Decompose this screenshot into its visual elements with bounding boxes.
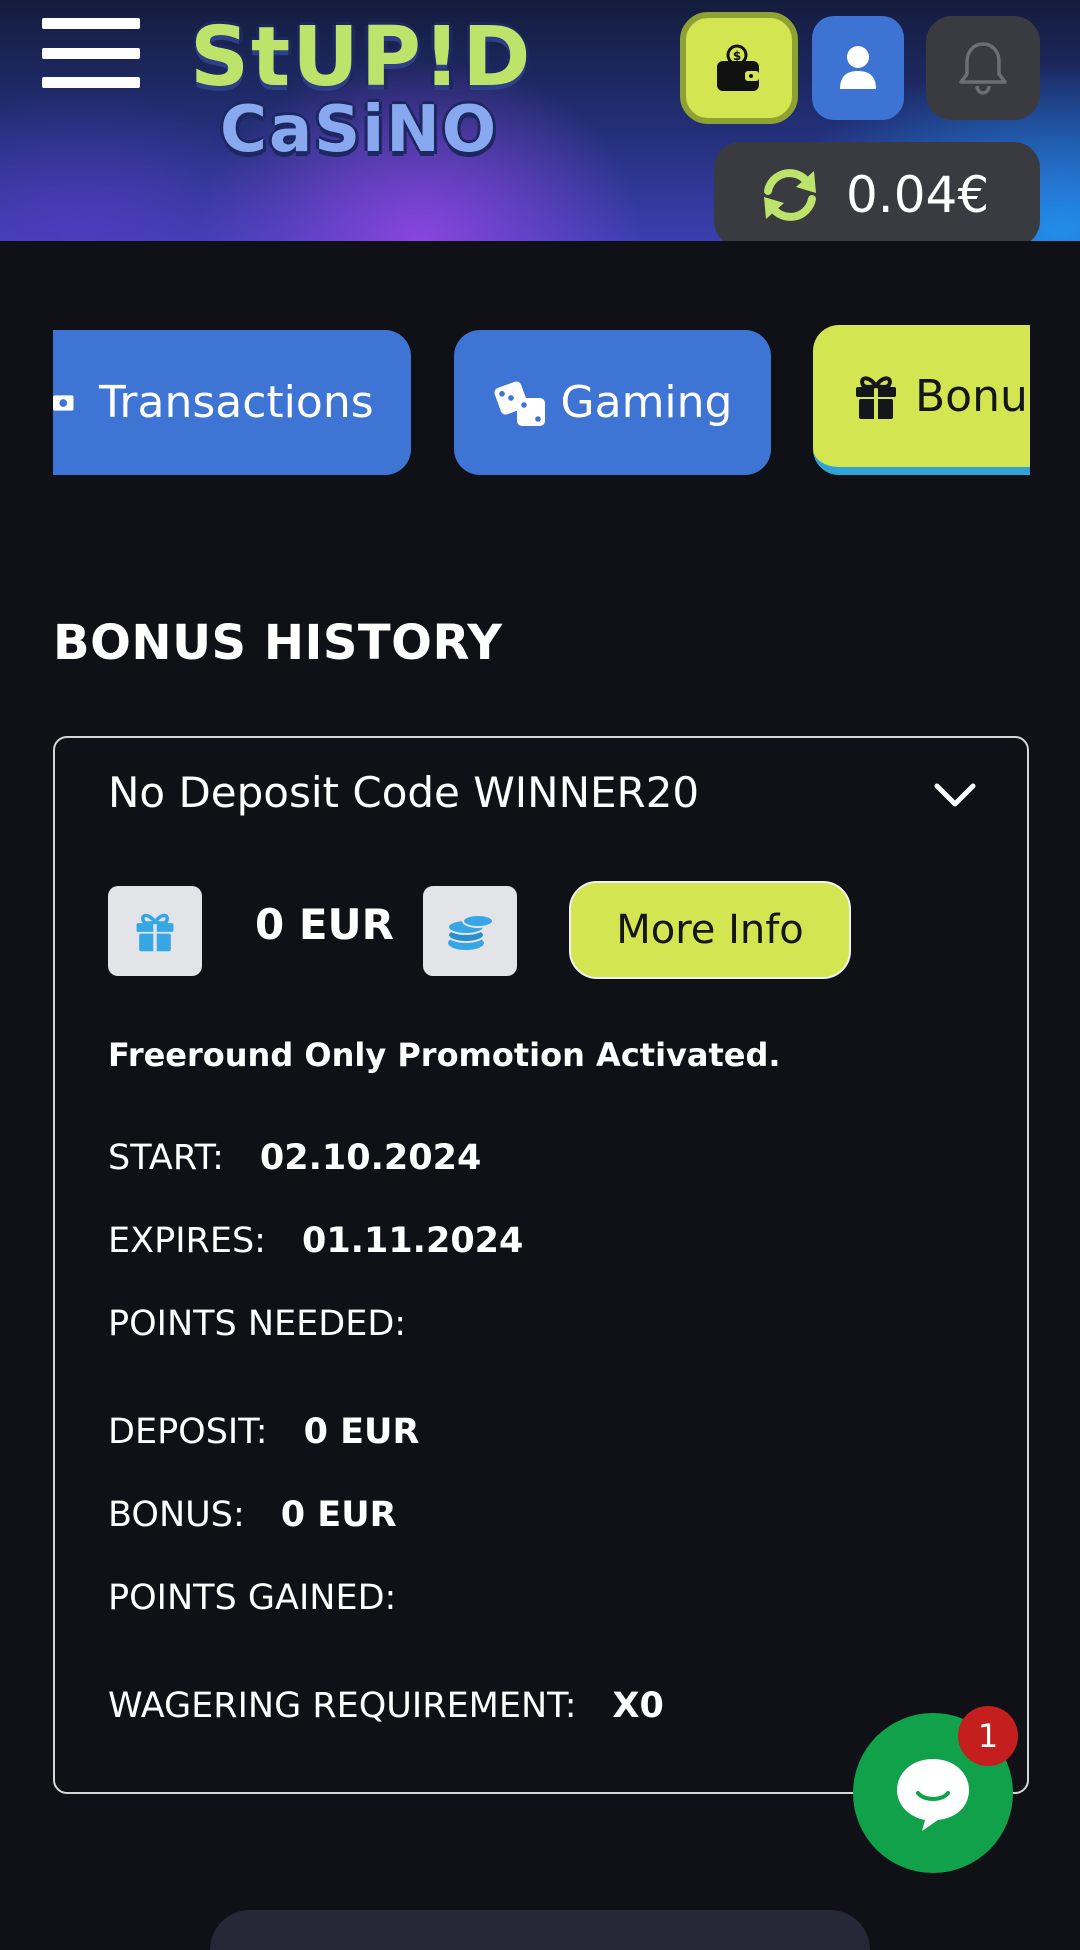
site-logo[interactable]: StUP!D CaSiNO [182, 12, 530, 170]
bonus-card-title[interactable]: No Deposit Code WINNER20 [108, 768, 699, 817]
refresh-icon[interactable] [756, 161, 824, 229]
account-tabs: Transactions Gaming Bonus [53, 320, 1030, 490]
gift-icon [136, 913, 174, 952]
more-info-button[interactable]: More Info [569, 881, 851, 979]
points-gained-row: POINTS GAINED: [108, 1578, 396, 1618]
tab-bonus[interactable]: Bonus [813, 325, 1030, 475]
notifications-button[interactable] [926, 16, 1040, 120]
user-icon [840, 46, 876, 89]
bonus-value: 0 EUR [280, 1495, 397, 1535]
start-value: 02.10.2024 [259, 1138, 482, 1178]
bonus-coins-badge [423, 886, 517, 976]
logo-line-2: CaSiNO [220, 93, 499, 167]
account-button[interactable] [812, 16, 904, 120]
logo-line-1: StUP!D [190, 10, 533, 105]
start-row: START: 02.10.2024 [108, 1138, 481, 1178]
bonus-label: BONUS: [108, 1495, 245, 1535]
chevron-down-icon[interactable] [933, 780, 977, 810]
tab-transactions[interactable]: Transactions [53, 330, 411, 475]
expires-row: EXPIRES: 01.11.2024 [108, 1221, 523, 1261]
deposit-label: DEPOSIT: [108, 1412, 268, 1452]
expires-label: EXPIRES: [108, 1221, 266, 1261]
chat-bubble-icon [897, 1759, 969, 1831]
bonus-card: No Deposit Code WINNER20 0 EUR More Info… [53, 736, 1029, 1794]
deposit-row: DEPOSIT: 0 EUR [108, 1412, 419, 1452]
gift-icon [856, 376, 896, 419]
tab-gaming-label: Gaming [560, 377, 733, 428]
wagering-row: WAGERING REQUIREMENT: X0 [108, 1686, 664, 1726]
promo-status-text: Freeround Only Promotion Activated. [108, 1036, 781, 1074]
bonus-gift-badge [108, 886, 202, 976]
start-label: START: [108, 1138, 224, 1178]
chat-unread-badge: 1 [958, 1706, 1018, 1766]
tab-gaming[interactable]: Gaming [454, 330, 771, 475]
balance-display[interactable]: 0.04€ [714, 142, 1040, 241]
dice-icon [493, 380, 545, 426]
bell-icon [959, 42, 1007, 95]
coins-icon [447, 914, 494, 950]
svg-text:$: $ [733, 49, 741, 63]
bonus-amount: 0 EUR [255, 900, 394, 949]
points-needed-row: POINTS NEEDED: [108, 1304, 406, 1344]
page-title: BONUS HISTORY [53, 615, 503, 671]
wallet-button[interactable]: $ [680, 12, 798, 124]
balance-amount: 0.04€ [846, 165, 990, 224]
wagering-label: WAGERING REQUIREMENT: [108, 1686, 577, 1726]
points-needed-label: POINTS NEEDED: [108, 1304, 407, 1344]
top-header: StUP!D CaSiNO $ 0.04€ [0, 0, 1080, 241]
wallet-icon: $ [717, 44, 759, 91]
tab-transactions-label: Transactions [99, 377, 374, 428]
tab-bonus-label: Bonus [915, 370, 1030, 422]
hamburger-menu-icon[interactable] [42, 18, 140, 88]
deposit-value: 0 EUR [303, 1412, 420, 1452]
bonus-row: BONUS: 0 EUR [108, 1495, 397, 1535]
money-icon [53, 394, 74, 411]
points-gained-label: POINTS GAINED: [108, 1578, 397, 1618]
bottom-navigation-bar[interactable] [210, 1910, 870, 1950]
expires-value: 01.11.2024 [301, 1221, 524, 1261]
wagering-value: X0 [612, 1686, 664, 1726]
